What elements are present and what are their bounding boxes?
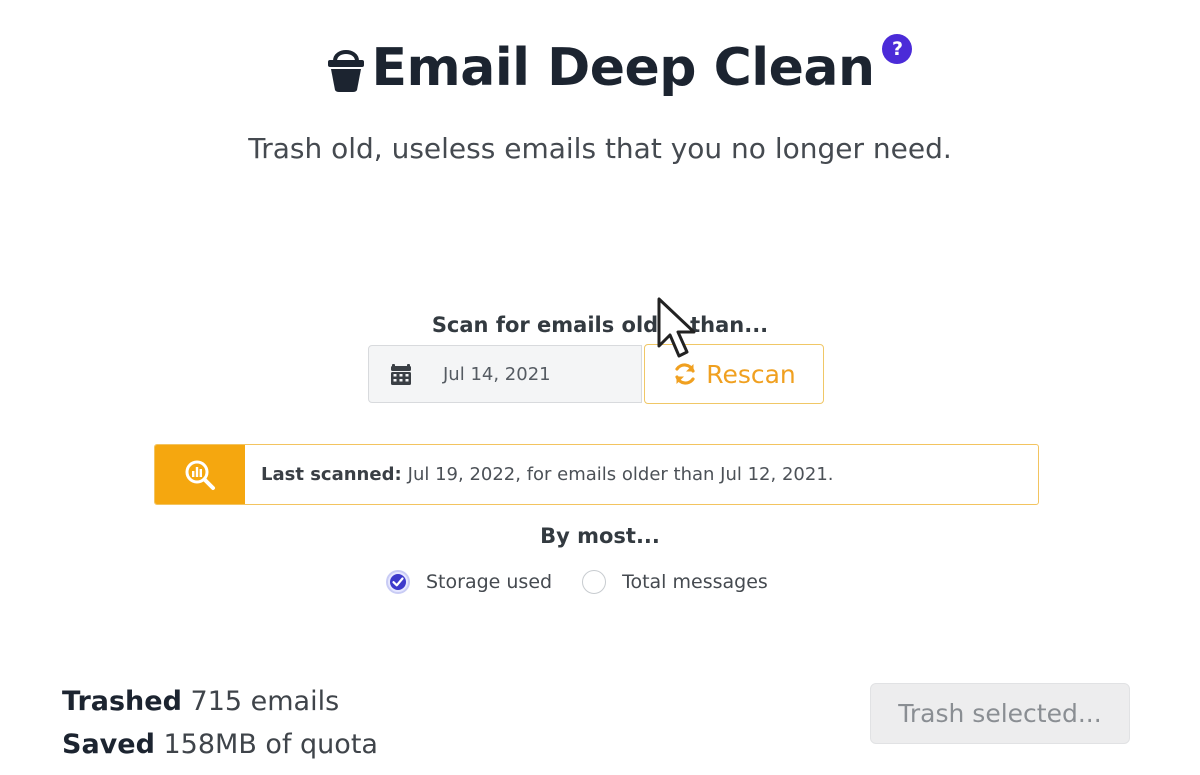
checkmark-icon	[390, 574, 406, 590]
radio-checked-icon[interactable]	[386, 570, 410, 594]
refresh-icon	[675, 363, 695, 385]
last-scanned-banner: Last scanned: Jul 19, 2022, for emails o…	[154, 444, 1039, 505]
radio-option-storage-used[interactable]: Storage used	[386, 570, 552, 594]
scan-row: Jul 14, 2021 Rescan	[368, 344, 824, 404]
rescan-label: Rescan	[706, 359, 796, 389]
header: Email Deep Clean ?	[0, 34, 1200, 98]
date-picker-field[interactable]: Jul 14, 2021	[368, 345, 642, 403]
trash-selected-button[interactable]: Trash selected...	[870, 683, 1130, 744]
trashed-stat: Trashed 715 emails	[62, 680, 378, 723]
saved-value: 158MB of quota	[163, 729, 378, 760]
radio-label-storage-used: Storage used	[426, 571, 553, 593]
rescan-button[interactable]: Rescan	[644, 344, 824, 404]
search-chart-icon	[185, 460, 215, 490]
help-icon[interactable]: ?	[882, 34, 913, 64]
saved-stat: Saved 158MB of quota	[62, 723, 378, 766]
page-title: Email Deep Clean	[371, 38, 875, 98]
trashed-value: 715 emails	[190, 686, 340, 717]
radio-unchecked-icon[interactable]	[582, 570, 607, 594]
sort-label: By most...	[540, 524, 660, 548]
banner-detail: Jul 19, 2022, for emails older than Jul …	[407, 464, 834, 485]
banner-strong-label: Last scanned:	[261, 464, 402, 485]
trashed-label: Trashed	[62, 686, 182, 717]
radio-option-total-messages[interactable]: Total messages	[582, 570, 768, 594]
page-subtitle: Trash old, useless emails that you no lo…	[248, 132, 952, 165]
calendar-icon	[391, 364, 411, 385]
banner-icon-box	[155, 445, 245, 504]
scan-label: Scan for emails older than...	[431, 313, 769, 337]
email-deep-clean-page: Email Deep Clean ? Trash old, useless em…	[0, 0, 1200, 775]
bucket-icon	[327, 50, 364, 92]
cleanup-stats: Trashed 715 emails Saved 158MB of quota	[62, 680, 378, 766]
radio-label-total-messages: Total messages	[622, 571, 768, 593]
title-wrap: Email Deep Clean ?	[326, 34, 913, 98]
date-value: Jul 14, 2021	[443, 363, 551, 385]
saved-label: Saved	[62, 729, 155, 760]
sort-radio-group: Storage used Total messages	[386, 570, 768, 594]
banner-text: Last scanned: Jul 19, 2022, for emails o…	[245, 445, 834, 504]
